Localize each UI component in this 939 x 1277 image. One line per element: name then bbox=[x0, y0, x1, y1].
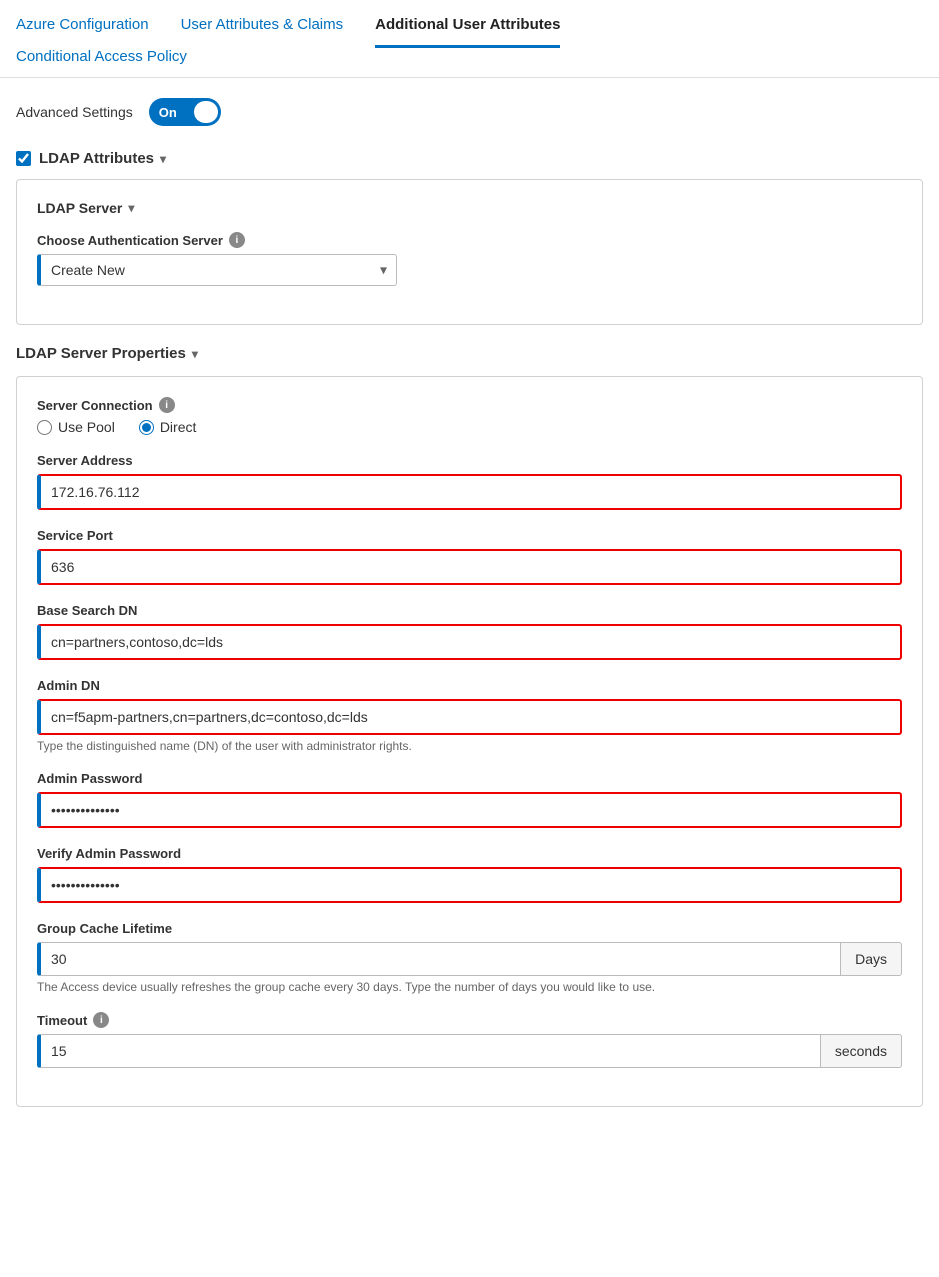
toggle-on-label: On bbox=[159, 105, 177, 120]
toggle-knob bbox=[194, 101, 218, 123]
tab-user-attrs-claims[interactable]: User Attributes & Claims bbox=[181, 16, 344, 48]
ldap-attributes-header: LDAP Attributes ▾ bbox=[16, 150, 923, 167]
ldap-attributes-label: LDAP Attributes ▾ bbox=[39, 150, 166, 167]
auth-server-select-wrapper: Create New ▾ bbox=[37, 254, 397, 286]
group-cache-lifetime-input-wrapper: Days bbox=[37, 942, 902, 976]
properties-arrow[interactable]: ▾ bbox=[192, 347, 198, 361]
server-address-group: Server Address bbox=[37, 453, 902, 510]
tab-conditional-access[interactable]: Conditional Access Policy bbox=[16, 48, 187, 77]
admin-password-label: Admin Password bbox=[37, 771, 902, 786]
tab-additional-user-attrs[interactable]: Additional User Attributes bbox=[375, 16, 560, 48]
admin-password-wrapper bbox=[37, 792, 902, 828]
server-connection-label: Server Connection i bbox=[37, 397, 902, 413]
main-content: Advanced Settings On LDAP Attributes ▾ L… bbox=[0, 78, 939, 1147]
group-cache-lifetime-group: Group Cache Lifetime Days The Access dev… bbox=[37, 921, 902, 994]
advanced-settings-row: Advanced Settings On bbox=[16, 98, 923, 126]
ldap-server-title: LDAP Server ▾ bbox=[37, 200, 902, 216]
server-connection-group: Server Connection i Use Pool Direct bbox=[37, 397, 902, 435]
server-address-wrapper bbox=[37, 474, 902, 510]
admin-dn-group: Admin DN Type the distinguished name (DN… bbox=[37, 678, 902, 753]
base-search-dn-wrapper bbox=[37, 624, 902, 660]
admin-dn-wrapper bbox=[37, 699, 902, 735]
base-search-dn-label: Base Search DN bbox=[37, 603, 902, 618]
timeout-info-icon: i bbox=[93, 1012, 109, 1028]
timeout-group: Timeout i seconds bbox=[37, 1012, 902, 1068]
base-search-dn-group: Base Search DN bbox=[37, 603, 902, 660]
admin-dn-input[interactable] bbox=[37, 699, 902, 735]
top-navigation: Azure Configuration User Attributes & Cl… bbox=[0, 0, 939, 78]
choose-auth-server-label: Choose Authentication Server i bbox=[37, 232, 902, 248]
ldap-server-properties-section: LDAP Server Properties ▾ Server Connecti… bbox=[16, 345, 923, 1107]
ldap-server-properties-title: LDAP Server Properties ▾ bbox=[16, 345, 923, 362]
ldap-attributes-checkbox[interactable] bbox=[16, 151, 31, 166]
ldap-server-properties-card: Server Connection i Use Pool Direct Ser bbox=[16, 376, 923, 1107]
admin-dn-label: Admin DN bbox=[37, 678, 902, 693]
advanced-settings-label: Advanced Settings bbox=[16, 104, 133, 120]
server-connection-info-icon: i bbox=[159, 397, 175, 413]
server-address-label: Server Address bbox=[37, 453, 902, 468]
verify-admin-password-label: Verify Admin Password bbox=[37, 846, 902, 861]
service-port-label: Service Port bbox=[37, 528, 902, 543]
admin-password-group: Admin Password bbox=[37, 771, 902, 828]
admin-dn-hint: Type the distinguished name (DN) of the … bbox=[37, 739, 902, 753]
verify-admin-password-wrapper bbox=[37, 867, 902, 903]
ldap-server-card: LDAP Server ▾ Choose Authentication Serv… bbox=[16, 179, 923, 325]
verify-admin-password-input[interactable] bbox=[37, 867, 902, 903]
timeout-unit: seconds bbox=[821, 1034, 902, 1068]
ldap-attributes-arrow[interactable]: ▾ bbox=[160, 152, 166, 166]
verify-admin-password-group: Verify Admin Password bbox=[37, 846, 902, 903]
radio-direct[interactable]: Direct bbox=[139, 419, 197, 435]
radio-use-pool[interactable]: Use Pool bbox=[37, 419, 115, 435]
timeout-label: Timeout i bbox=[37, 1012, 902, 1028]
admin-password-input[interactable] bbox=[37, 792, 902, 828]
radio-direct-label: Direct bbox=[160, 419, 197, 435]
auth-server-select[interactable]: Create New bbox=[37, 254, 397, 286]
advanced-settings-toggle[interactable]: On bbox=[149, 98, 221, 126]
service-port-wrapper bbox=[37, 549, 902, 585]
ldap-server-arrow[interactable]: ▾ bbox=[128, 201, 134, 215]
radio-use-pool-label: Use Pool bbox=[58, 419, 115, 435]
server-address-input[interactable] bbox=[37, 474, 902, 510]
server-connection-radio-group: Use Pool Direct bbox=[37, 419, 902, 435]
group-cache-lifetime-label: Group Cache Lifetime bbox=[37, 921, 902, 936]
choose-auth-server-info-icon: i bbox=[229, 232, 245, 248]
service-port-input[interactable] bbox=[37, 549, 902, 585]
choose-auth-server-group: Choose Authentication Server i Create Ne… bbox=[37, 232, 902, 286]
tab-azure-config[interactable]: Azure Configuration bbox=[16, 16, 149, 48]
group-cache-lifetime-unit: Days bbox=[841, 942, 902, 976]
timeout-input[interactable] bbox=[37, 1034, 821, 1068]
group-cache-lifetime-hint: The Access device usually refreshes the … bbox=[37, 980, 902, 994]
base-search-dn-input[interactable] bbox=[37, 624, 902, 660]
group-cache-lifetime-input[interactable] bbox=[37, 942, 841, 976]
radio-direct-input[interactable] bbox=[139, 420, 154, 435]
timeout-input-wrapper: seconds bbox=[37, 1034, 902, 1068]
radio-use-pool-input[interactable] bbox=[37, 420, 52, 435]
service-port-group: Service Port bbox=[37, 528, 902, 585]
